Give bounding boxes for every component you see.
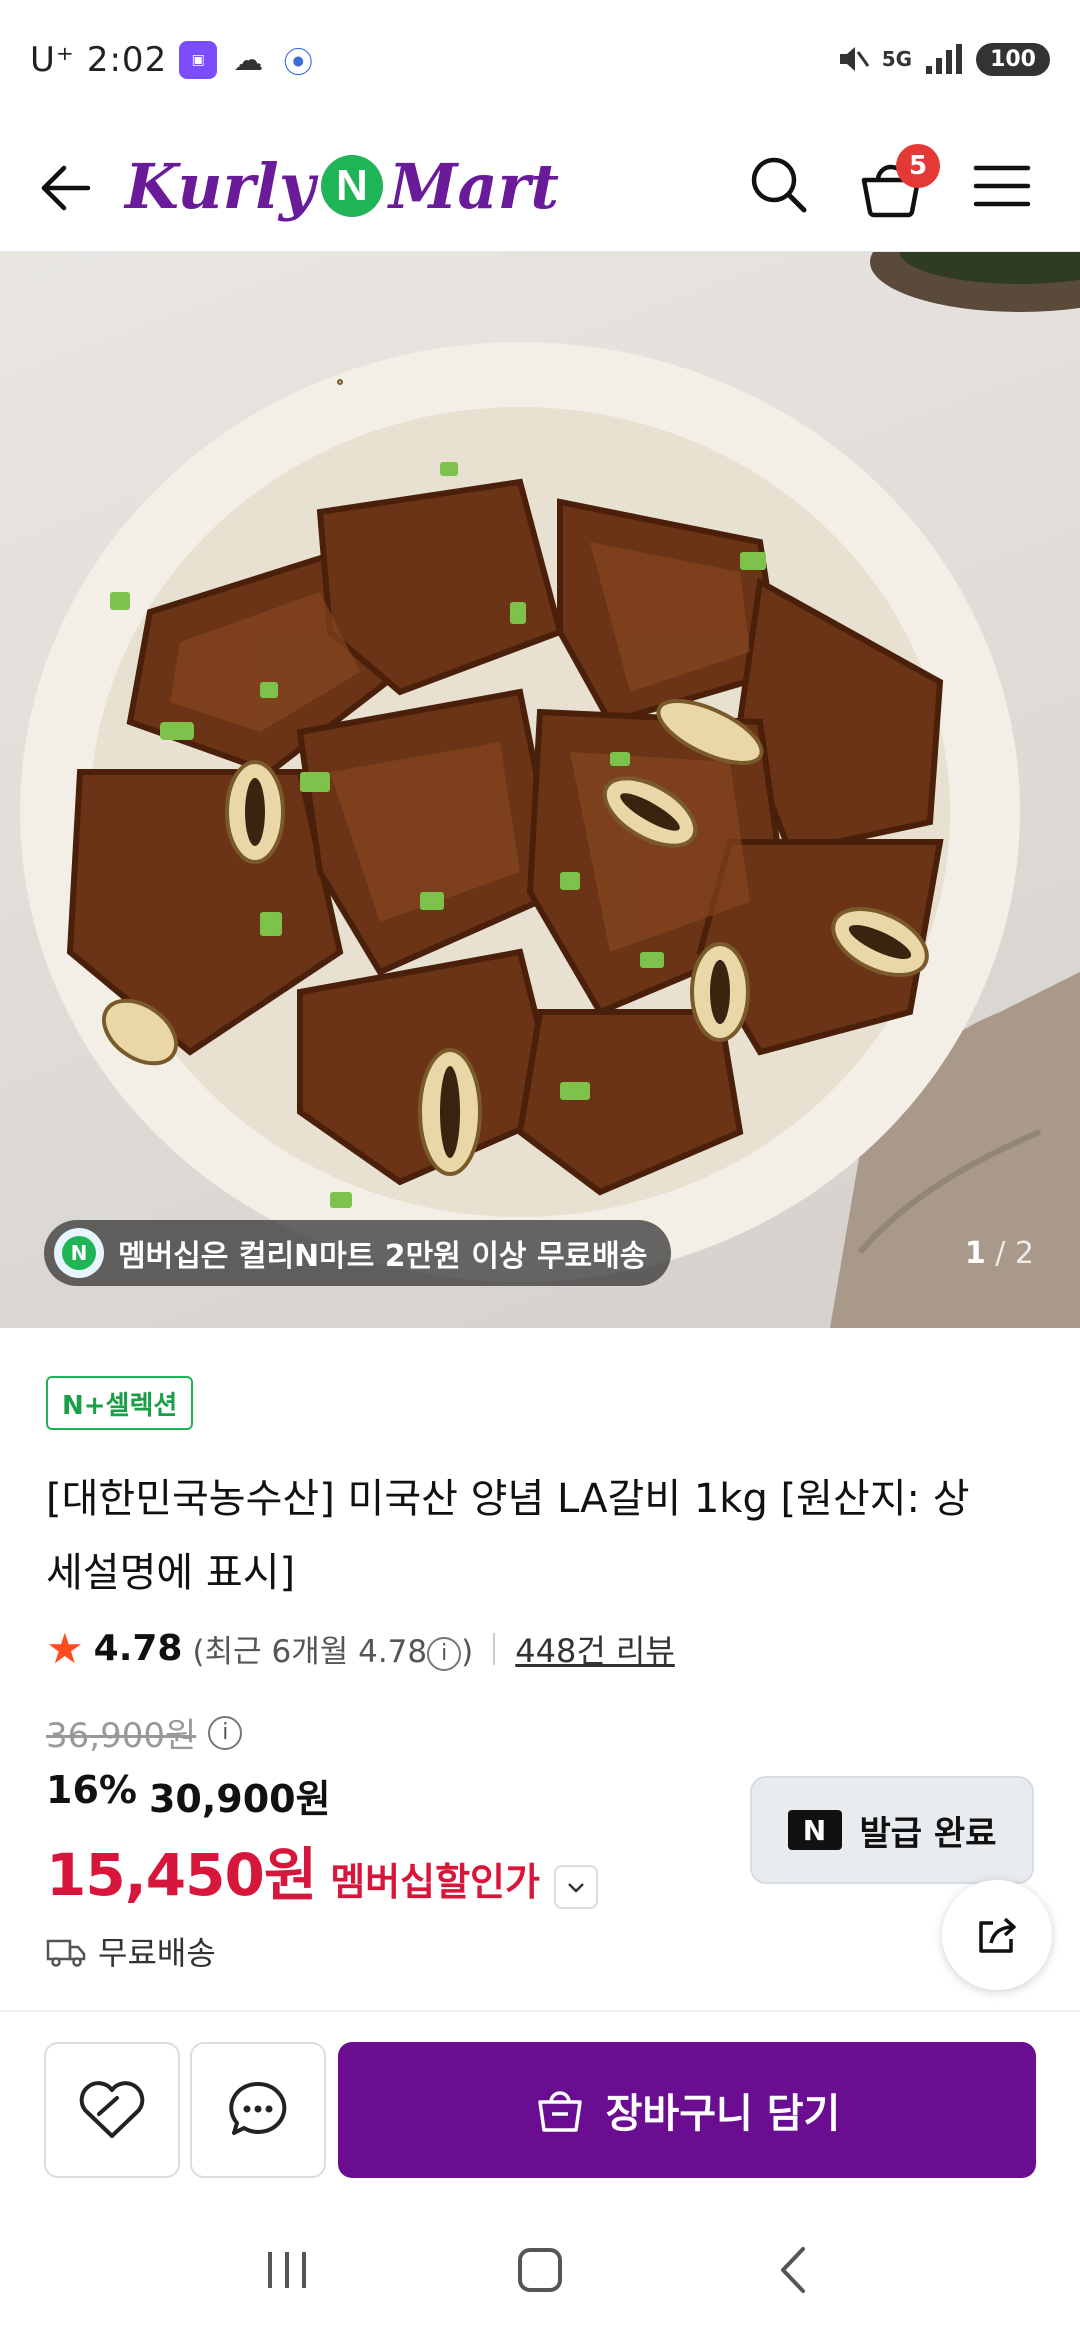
cart-count-badge: 5 <box>896 144 940 188</box>
n-member-icon-letter: N <box>62 1236 96 1270</box>
status-time: 2:02 <box>86 40 168 80</box>
shipping-label: 무료배송 <box>98 1934 216 1972</box>
info-icon[interactable]: i <box>427 1636 462 1671</box>
cloud-notification-icon: ☁ <box>233 42 264 78</box>
total-pages: / 2 <box>995 1236 1034 1271</box>
search-button[interactable] <box>744 150 814 220</box>
original-price-row: 36,900원 i <box>46 1708 243 1757</box>
hamburger-menu-icon <box>973 165 1031 207</box>
member-price-row: 15,450원 멤버십할인가 <box>46 1828 598 1912</box>
discount-row: 16% 30,900원 <box>46 1768 331 1823</box>
rating-row: ★ 4.78 (최근 6개월 4.78 i) 448건 리뷰 <box>46 1624 675 1673</box>
chat-bubble-icon <box>229 2081 287 2135</box>
la-galbi-photo <box>20 252 1080 1328</box>
arrow-left-icon <box>41 165 91 211</box>
recent-apps-button[interactable] <box>242 2225 332 2315</box>
n-plus-selection-badge: N+셀렉션 <box>46 1376 194 1430</box>
add-to-cart-label: 장바구니 담기 <box>605 2091 841 2137</box>
member-price: 15,450원 <box>46 1841 317 1909</box>
status-bar-right: 5G 100 <box>836 42 1050 76</box>
back-button[interactable] <box>36 158 96 218</box>
recent-rating: (최근 6개월 4.78 i) <box>192 1626 473 1671</box>
recent-rating-close: ) <box>461 1634 474 1670</box>
kurly-n-mart-logo[interactable]: Kurly N Mart <box>125 140 559 232</box>
shopping-bag-icon <box>537 2091 582 2132</box>
location-notification-icon: ⦿ <box>283 46 314 81</box>
coupon-label: 발급 완료 <box>859 1813 997 1854</box>
carrier-label: U⁺ <box>30 40 75 80</box>
chevron-down-icon <box>568 1883 584 1893</box>
logo-text-kurly: Kurly <box>125 149 315 223</box>
status-bar-left: U⁺ 2:02 ▣ ☁ ⦿ <box>30 40 317 81</box>
chat-button[interactable] <box>190 2042 326 2178</box>
share-icon <box>979 1917 1016 1953</box>
wishlist-button[interactable] <box>44 2042 180 2178</box>
n-member-icon: N <box>54 1228 104 1278</box>
current-page: 1 <box>964 1236 986 1271</box>
original-price: 36,900원 <box>46 1716 197 1756</box>
divider <box>493 1632 496 1665</box>
image-page-indicator: 1 / 2 <box>965 1236 1034 1271</box>
chevron-left-icon <box>781 2247 806 2293</box>
shipping-row: 무료배송 <box>46 1928 216 1974</box>
product-image-carousel[interactable]: N 멤버십은 컬리N마트 2만원 이상 무료배송 1 / 2 <box>0 252 1080 1328</box>
membership-promo-banner[interactable]: N 멤버십은 컬리N마트 2만원 이상 무료배송 <box>44 1220 672 1286</box>
product-title: [대한민국농수산] 미국산 양념 LA갈비 1kg [원산지: 상세설명에 표시… <box>46 1476 970 1596</box>
search-icon <box>751 157 807 213</box>
promo-text: 멤버십은 컬리N마트 2만원 이상 무료배송 <box>118 1239 648 1274</box>
logo-n-badge: N <box>320 155 383 217</box>
naver-n-icon: N <box>787 1810 842 1850</box>
discount-price: 30,900원 <box>148 1777 331 1821</box>
network-type-label: 5G <box>881 47 913 71</box>
member-price-expand-button[interactable] <box>553 1865 598 1909</box>
rating-value: 4.78 <box>93 1628 183 1669</box>
signal-icon <box>926 44 963 74</box>
system-back-button[interactable] <box>748 2225 838 2315</box>
home-icon <box>517 2248 562 2292</box>
price-info-icon[interactable]: i <box>208 1715 243 1750</box>
home-button[interactable] <box>495 2225 585 2315</box>
cart-button[interactable]: 5 <box>856 144 940 224</box>
reviews-link[interactable]: 448건 리뷰 <box>515 1626 675 1672</box>
member-price-label: 멤버십할인가 <box>330 1860 540 1904</box>
coupon-issued-button[interactable]: N 발급 완료 <box>750 1776 1034 1884</box>
recent-apps-icon <box>267 2252 306 2288</box>
mute-icon <box>839 47 869 71</box>
star-icon: ★ <box>46 1624 84 1673</box>
share-button[interactable] <box>942 1880 1052 1990</box>
truck-icon <box>46 1939 86 1967</box>
status-bar: U⁺ 2:02 ▣ ☁ ⦿ 5G 100 <box>0 0 1080 120</box>
system-navigation-bar <box>0 2200 1080 2340</box>
app-notification-icon: ▣ <box>179 41 218 79</box>
battery-indicator: 100 <box>976 42 1050 76</box>
add-to-cart-button[interactable]: 장바구니 담기 <box>338 2042 1036 2178</box>
bottom-action-bar: 장바구니 담기 <box>0 2010 1080 2180</box>
heart-icon <box>79 2081 145 2138</box>
discount-percent: 16% <box>46 1768 137 1812</box>
logo-text-mart: Mart <box>388 149 559 223</box>
app-header: Kurly N Mart 5 <box>0 120 1080 252</box>
recent-rating-text: (최근 6개월 4.78 <box>192 1634 428 1670</box>
menu-button[interactable] <box>970 154 1034 218</box>
